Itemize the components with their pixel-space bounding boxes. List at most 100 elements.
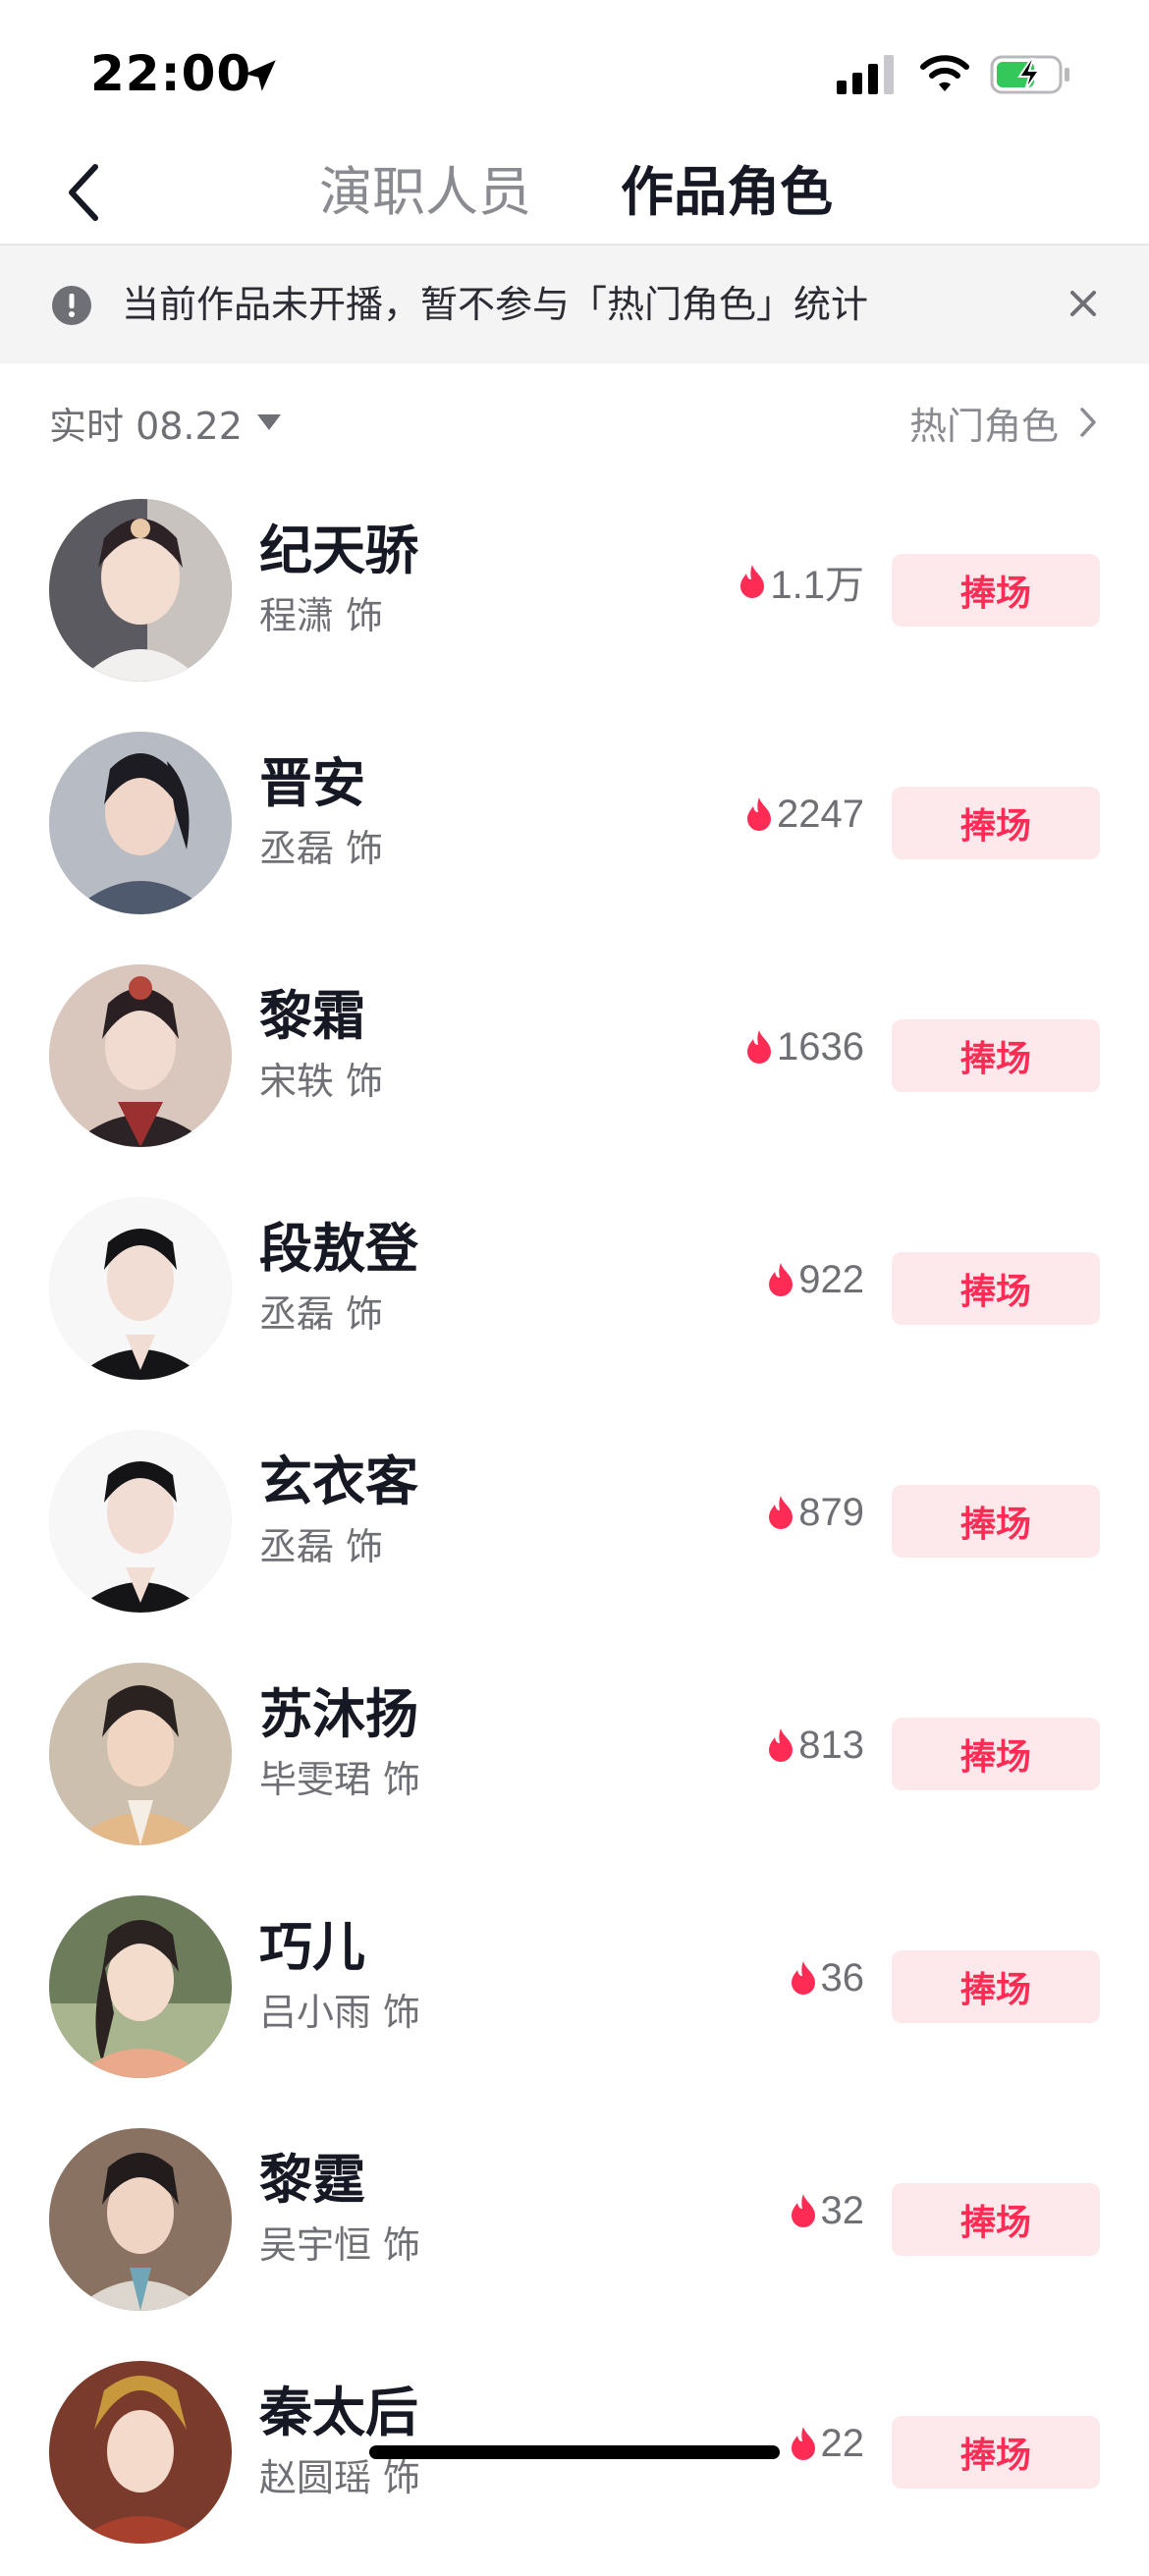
actor-role-suffix: 饰 — [346, 1292, 384, 1336]
date-filter-dropdown[interactable]: 实时 08.22 — [49, 393, 282, 452]
tab-cast-crew[interactable]: 演职人员 — [319, 151, 531, 234]
role-avatar[interactable] — [49, 2128, 232, 2311]
flame-icon — [791, 1961, 815, 1995]
role-avatar[interactable] — [49, 1430, 232, 1613]
actor-line: 丞磊饰 — [259, 1289, 383, 1339]
heat-score: 879 — [767, 1485, 864, 1540]
actor-role-suffix: 饰 — [346, 1525, 384, 1568]
role-row[interactable]: 晋安 丞磊饰 2247 捧场 — [0, 714, 1149, 947]
cheer-button[interactable]: 捧场 — [892, 554, 1100, 627]
notice-text: 当前作品未开播，暂不参与「热门角色」统计 — [122, 283, 869, 326]
actor-name: 丞磊 — [259, 1525, 335, 1568]
role-name: 秦太后 — [259, 2382, 418, 2443]
role-portrait-image — [49, 2361, 232, 2544]
cheer-button[interactable]: 捧场 — [892, 2416, 1100, 2489]
actor-role-suffix: 饰 — [346, 1060, 384, 1103]
role-avatar[interactable] — [49, 1895, 232, 2078]
status-time: 22:00 — [90, 45, 252, 102]
role-avatar[interactable] — [49, 732, 232, 914]
role-name: 黎霜 — [259, 985, 365, 1047]
role-row[interactable]: 段敖登 丞磊饰 922 捧场 — [0, 1179, 1149, 1412]
filter-row: 实时 08.22 热门角色 — [0, 363, 1149, 481]
flame-icon — [747, 797, 772, 831]
role-avatar[interactable] — [49, 499, 232, 682]
flame-icon — [747, 1030, 772, 1064]
heat-value: 2247 — [777, 792, 864, 836]
cheer-button[interactable]: 捧场 — [892, 1485, 1100, 1558]
role-row[interactable]: 纪天骄 程潇饰 1.1万 捧场 — [0, 481, 1149, 714]
info-alert-icon — [52, 286, 91, 325]
actor-name: 毕雯珺 — [259, 1758, 372, 1801]
role-name: 晋安 — [259, 752, 365, 814]
flame-icon — [791, 2194, 815, 2227]
role-avatar[interactable] — [49, 964, 232, 1147]
home-indicator[interactable] — [369, 2445, 780, 2459]
cheer-button[interactable]: 捧场 — [892, 1718, 1100, 1790]
heat-score: 2247 — [745, 787, 864, 842]
heat-score: 32 — [790, 2183, 865, 2238]
actor-name: 宋轶 — [259, 1060, 335, 1103]
role-avatar[interactable] — [49, 1197, 232, 1380]
heat-value: 1.1万 — [770, 564, 864, 607]
cheer-button[interactable]: 捧场 — [892, 787, 1100, 859]
role-name: 黎霆 — [259, 2149, 365, 2211]
date-filter-label: 实时 08.22 — [49, 404, 243, 448]
notice-banner: 当前作品未开播，暂不参与「热门角色」统计 — [0, 246, 1149, 363]
heat-value: 879 — [798, 1490, 864, 1534]
role-name: 段敖登 — [259, 1218, 418, 1280]
flame-icon — [769, 1496, 793, 1529]
heat-value: 22 — [820, 2421, 865, 2465]
notice-close-button[interactable] — [1061, 281, 1106, 326]
actor-name: 丞磊 — [259, 1292, 335, 1336]
cheer-button[interactable]: 捧场 — [892, 1019, 1100, 1092]
heat-score: 922 — [767, 1252, 864, 1307]
chevron-left-icon — [69, 164, 98, 221]
heat-score: 1.1万 — [739, 554, 864, 609]
role-name: 苏沐扬 — [259, 1683, 418, 1745]
actor-name: 程潇 — [259, 594, 335, 637]
back-button[interactable] — [49, 151, 118, 234]
role-avatar[interactable] — [49, 2361, 232, 2544]
actor-role-suffix: 饰 — [346, 827, 384, 870]
flame-icon — [769, 1263, 793, 1296]
role-name: 巧儿 — [259, 1916, 365, 1978]
role-avatar[interactable] — [49, 1663, 232, 1845]
role-row[interactable]: 黎霜 宋轶饰 1636 捧场 — [0, 947, 1149, 1179]
role-portrait-image — [49, 964, 232, 1147]
hot-roles-link[interactable]: 热门角色 — [909, 393, 1098, 452]
actor-name: 吕小雨 — [259, 1991, 372, 2034]
role-portrait-image — [49, 499, 232, 682]
actor-role-suffix: 饰 — [383, 1991, 421, 2034]
actor-role-suffix: 饰 — [346, 594, 384, 637]
role-portrait-image — [49, 1663, 232, 1845]
status-bar: 22:00 — [0, 0, 1149, 137]
tab-roles[interactable]: 作品角色 — [621, 151, 833, 234]
heat-value: 922 — [798, 1257, 864, 1301]
wifi-icon — [920, 55, 969, 91]
actor-name: 吴宇恒 — [259, 2223, 372, 2267]
role-name: 纪天骄 — [259, 520, 418, 581]
role-row[interactable]: 苏沐扬 毕雯珺饰 813 捧场 — [0, 1645, 1149, 1878]
hot-roles-label: 热门角色 — [908, 404, 1059, 448]
role-portrait-image — [49, 1895, 232, 2078]
flame-icon — [769, 1728, 793, 1762]
cellular-signal-icon — [837, 55, 894, 94]
location-arrow-icon — [245, 60, 276, 91]
heat-score: 22 — [790, 2416, 865, 2471]
heat-value: 36 — [820, 1955, 865, 2000]
actor-role-suffix: 饰 — [383, 2223, 421, 2267]
role-row[interactable]: 玄衣客 丞磊饰 879 捧场 — [0, 1412, 1149, 1645]
cheer-button[interactable]: 捧场 — [892, 1950, 1100, 2023]
cheer-button[interactable]: 捧场 — [892, 2183, 1100, 2256]
role-row[interactable]: 秦太后 赵圆瑶饰 22 捧场 — [0, 2343, 1149, 2576]
actor-line: 赵圆瑶饰 — [259, 2453, 420, 2502]
heat-value: 1636 — [777, 1024, 864, 1069]
actor-name: 丞磊 — [259, 827, 335, 870]
actor-role-suffix: 饰 — [383, 1758, 421, 1801]
heat-value: 32 — [820, 2188, 865, 2232]
role-row[interactable]: 巧儿 吕小雨饰 36 捧场 — [0, 1878, 1149, 2110]
heat-score: 36 — [790, 1950, 865, 2005]
cheer-button[interactable]: 捧场 — [892, 1252, 1100, 1325]
heat-value: 813 — [798, 1723, 864, 1767]
role-row[interactable]: 黎霆 吴宇恒饰 32 捧场 — [0, 2110, 1149, 2343]
